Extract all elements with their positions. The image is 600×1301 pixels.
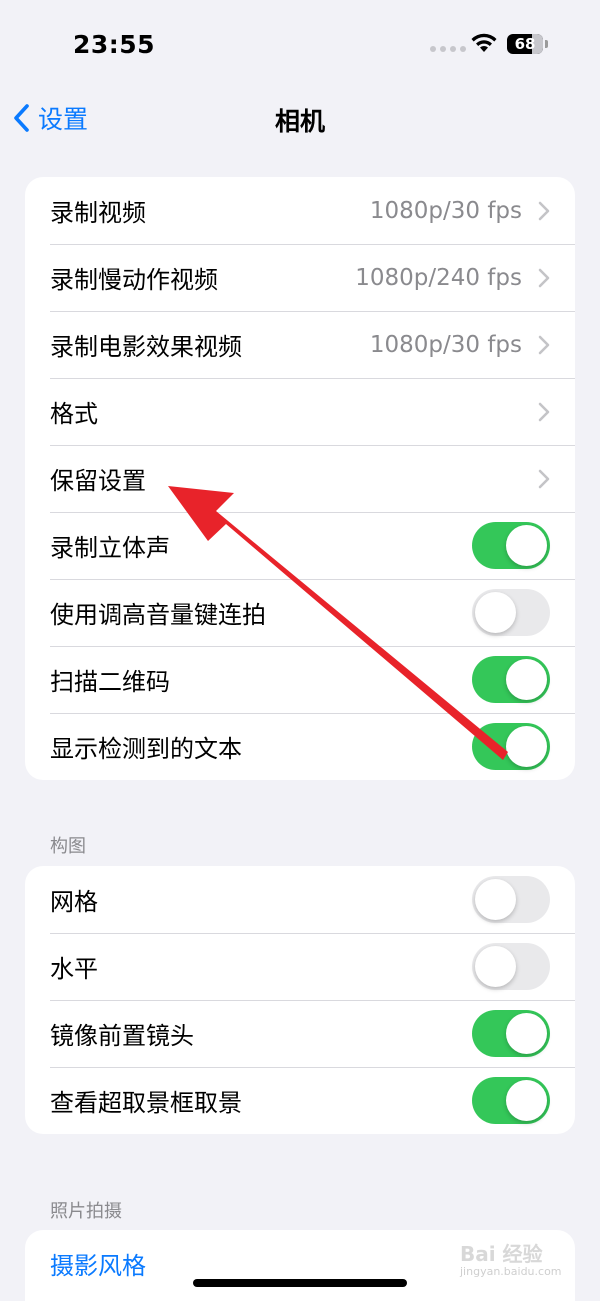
camera-setting-4-row[interactable]: 保留设置 [25, 445, 575, 512]
row-label: 查看超取景框取景 [50, 1089, 242, 1117]
row-label: 格式 [50, 400, 98, 428]
row-label: 使用调高音量键连拍 [50, 601, 266, 629]
status-bar: 23:55 68 [0, 0, 600, 90]
row-label: 录制慢动作视频 [50, 266, 218, 294]
composition-group: 网格水平镜像前置镜头查看超取景框取景 [25, 866, 575, 1134]
toggle-switch[interactable] [472, 723, 550, 770]
navigation-bar: 设置 相机 [0, 90, 600, 146]
row-label: 镜像前置镜头 [50, 1022, 194, 1050]
watermark-url: jingyan.baidu.com [460, 1265, 562, 1278]
row-value: 1080p/30 fps [369, 331, 522, 358]
battery-icon: 68 [507, 34, 548, 54]
row-label: 录制视频 [50, 199, 146, 227]
chevron-right-icon [538, 469, 550, 488]
toggle-switch[interactable] [472, 656, 550, 703]
toggle-knob [475, 592, 516, 633]
battery-level: 68 [514, 35, 536, 53]
toggle-switch[interactable] [472, 522, 550, 569]
toggle-switch[interactable] [472, 1010, 550, 1057]
row-value: 1080p/240 fps [355, 264, 522, 291]
row-value: 1080p/30 fps [369, 197, 522, 224]
toggle-knob [475, 879, 516, 920]
row-label: 显示检测到的文本 [50, 735, 242, 763]
toggle-knob [506, 726, 547, 767]
row-label: 网格 [50, 888, 98, 916]
row-label: 扫描二维码 [50, 668, 170, 696]
composition-setting-0-row[interactable]: 网格 [25, 866, 575, 933]
toggle-knob [506, 659, 547, 700]
chevron-right-icon [538, 268, 550, 287]
toggle-switch[interactable] [472, 876, 550, 923]
watermark-brand: Bai 经验 [460, 1242, 543, 1266]
composition-setting-2-row[interactable]: 镜像前置镜头 [25, 1000, 575, 1067]
toggle-switch[interactable] [472, 1077, 550, 1124]
row-label: 录制电影效果视频 [50, 333, 242, 361]
toggle-knob [475, 946, 516, 987]
section-header-composition: 构图 [50, 836, 86, 857]
toggle-knob [506, 1013, 547, 1054]
camera-setting-5-row[interactable]: 录制立体声 [25, 512, 575, 579]
camera-setting-8-row[interactable]: 显示检测到的文本 [25, 713, 575, 780]
camera-setting-7-row[interactable]: 扫描二维码 [25, 646, 575, 713]
toggle-switch[interactable] [472, 943, 550, 990]
row-label: 水平 [50, 955, 98, 983]
camera-setting-0-row[interactable]: 录制视频 1080p/30 fps [25, 177, 575, 244]
camera-settings-group: 录制视频 1080p/30 fps 录制慢动作视频 1080p/240 fps 录制电影… [25, 177, 575, 780]
page-title: 相机 [274, 107, 325, 136]
section-header-photo-capture: 照片拍摄 [50, 1201, 122, 1222]
camera-setting-2-row[interactable]: 录制电影效果视频 1080p/30 fps [25, 311, 575, 378]
status-time: 23:55 [73, 30, 156, 59]
baidu-jingyan-watermark: Bai 经验 jingyan.baidu.com [460, 1238, 562, 1278]
toggle-knob [506, 525, 547, 566]
chevron-right-icon [538, 201, 550, 220]
row-label: 录制立体声 [50, 534, 170, 562]
camera-setting-3-row[interactable]: 格式 [25, 378, 575, 445]
chevron-right-icon [538, 402, 550, 421]
row-label: 保留设置 [50, 467, 146, 495]
toggle-knob [506, 1080, 547, 1121]
composition-setting-1-row[interactable]: 水平 [25, 933, 575, 1000]
composition-setting-3-row[interactable]: 查看超取景框取景 [25, 1067, 575, 1134]
cellular-signal-icon [430, 46, 466, 52]
home-indicator[interactable] [193, 1279, 407, 1287]
wifi-icon [471, 33, 497, 52]
camera-setting-6-row[interactable]: 使用调高音量键连拍 [25, 579, 575, 646]
toggle-switch[interactable] [472, 589, 550, 636]
chevron-right-icon [538, 335, 550, 354]
camera-setting-1-row[interactable]: 录制慢动作视频 1080p/240 fps [25, 244, 575, 311]
